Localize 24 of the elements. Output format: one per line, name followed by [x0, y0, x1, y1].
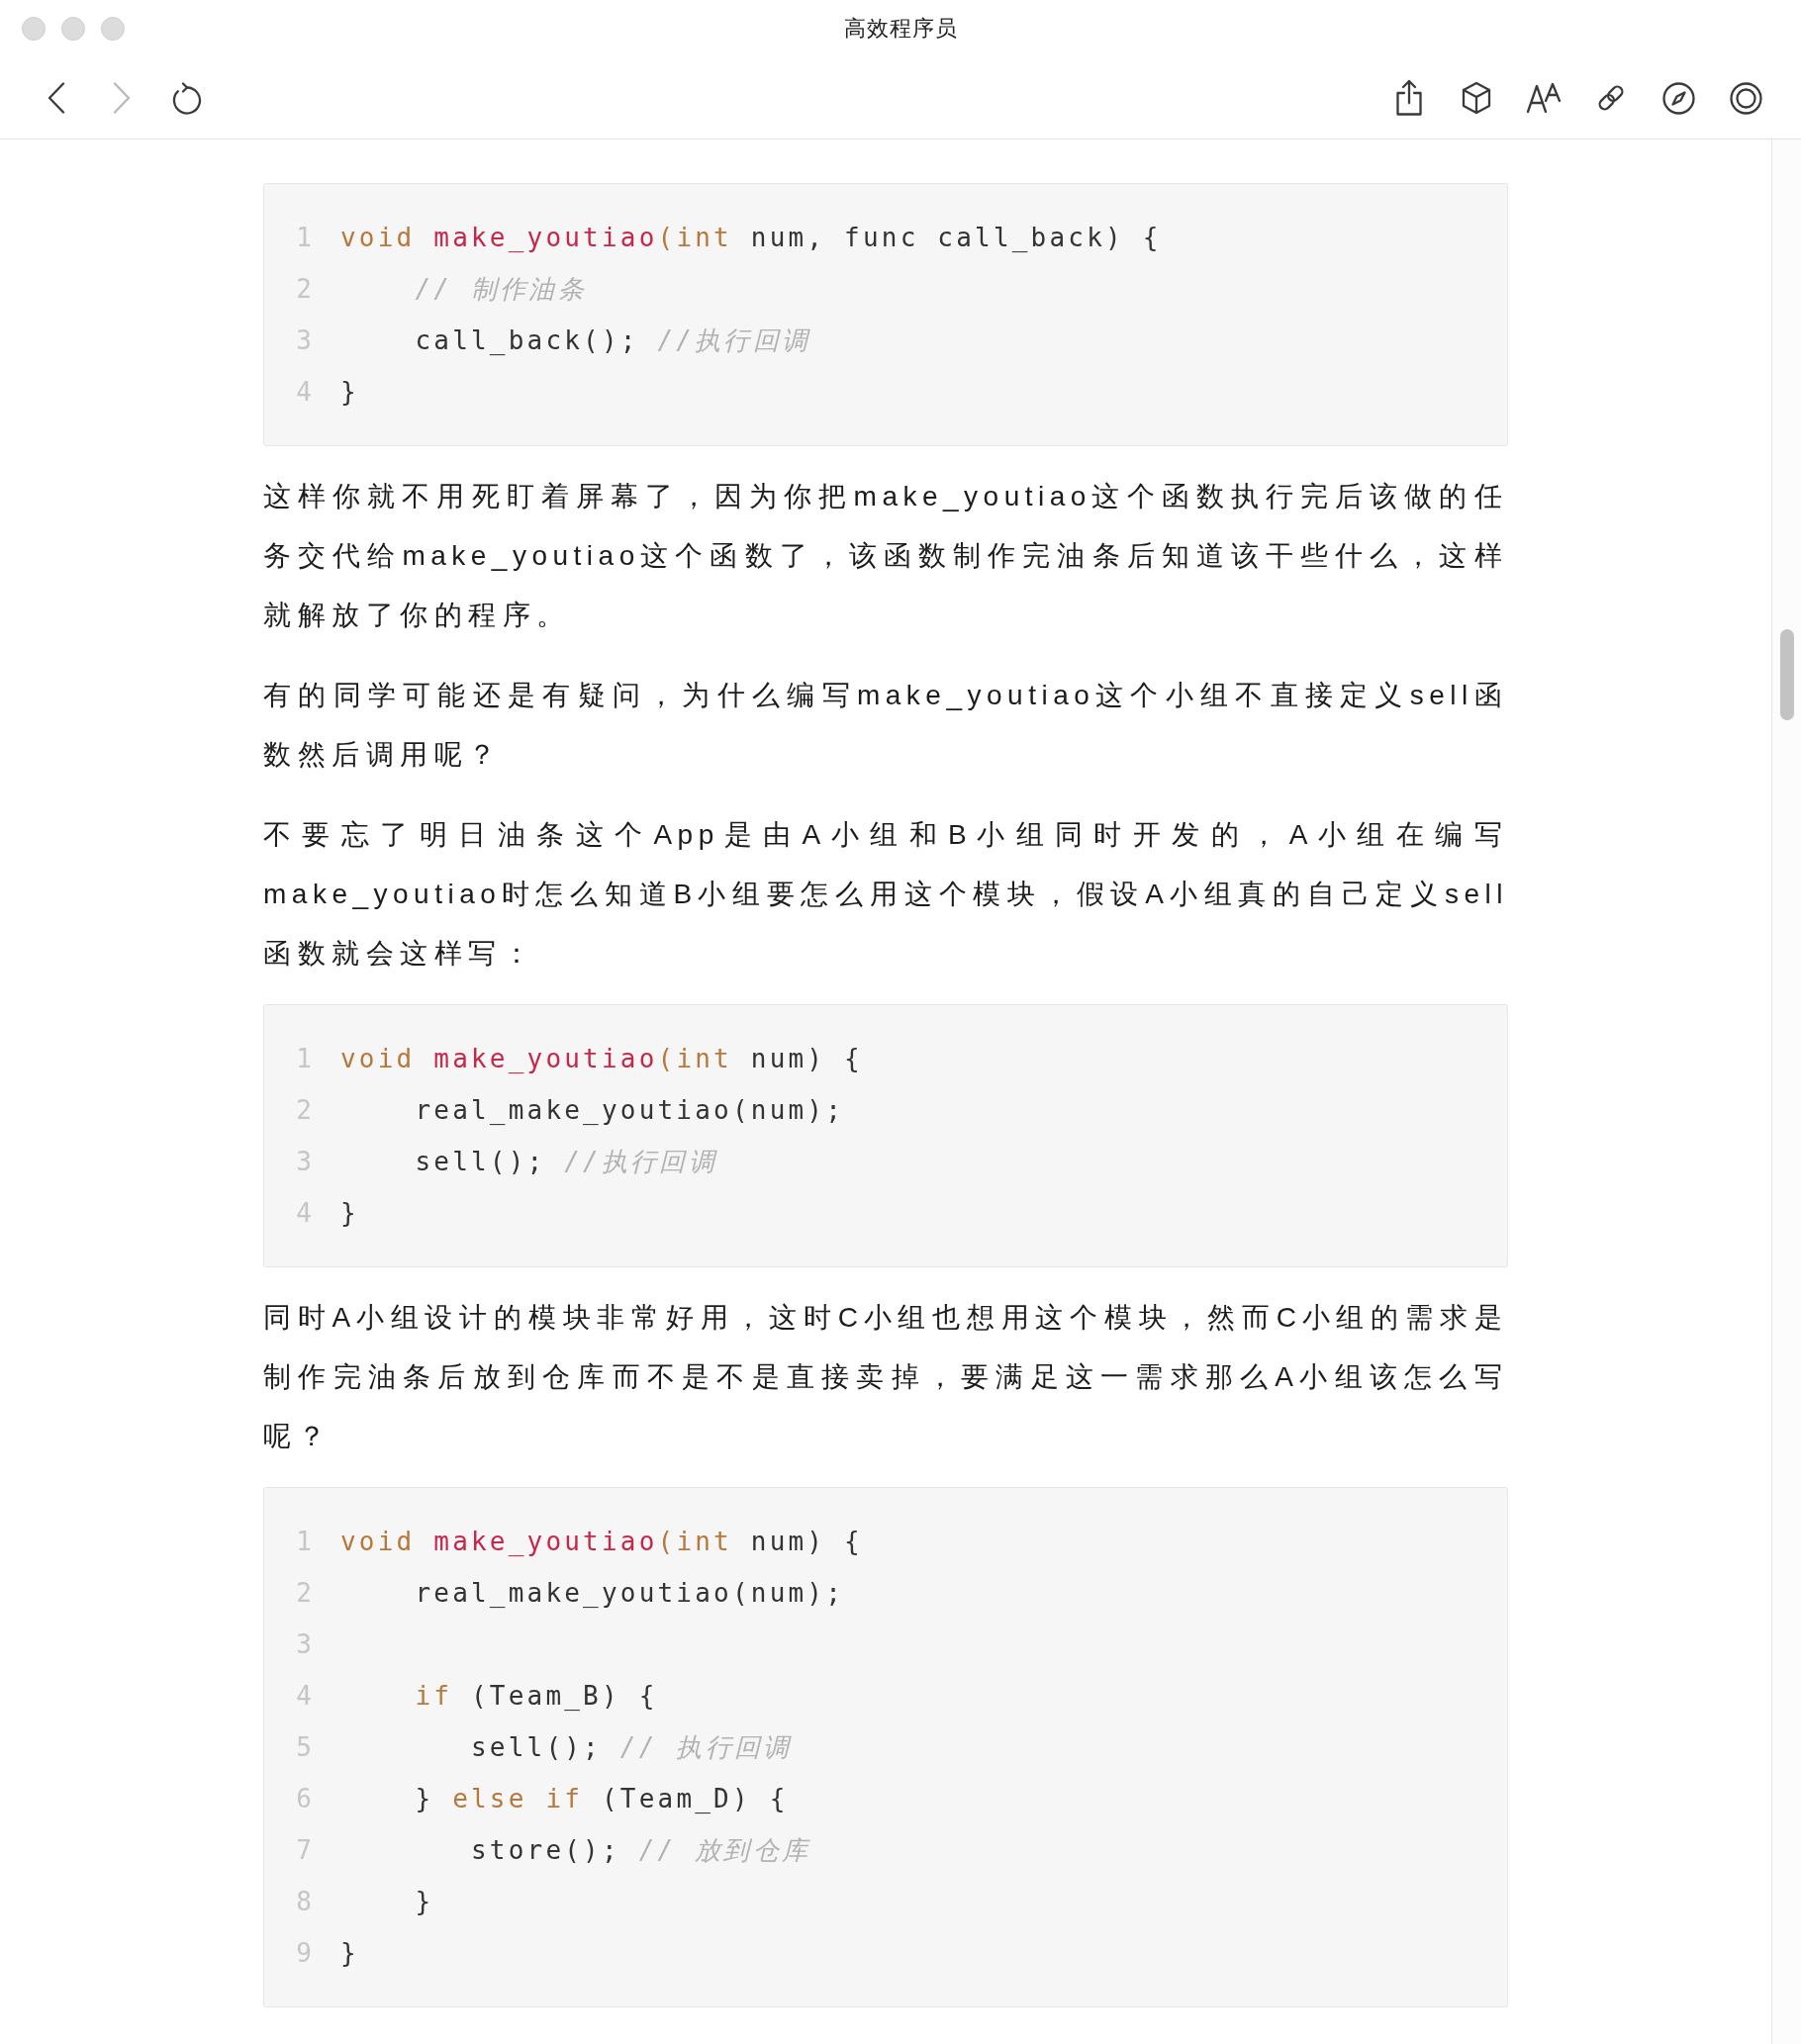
font-size-icon [1526, 82, 1562, 114]
share-icon [1395, 79, 1423, 117]
code-line: } [415, 1886, 434, 1918]
code-line: } [340, 376, 359, 409]
code-line: sell(); // 执行回调 [471, 1731, 793, 1764]
code-line: real_make_youtiao(num); [415, 1094, 845, 1127]
code-line: } [340, 1197, 359, 1230]
concentric-circles-icon [1729, 81, 1762, 115]
code-line: if (Team_B) { [415, 1680, 658, 1713]
code-line: real_make_youtiao(num); [415, 1577, 845, 1610]
code-line: // 制作油条 [415, 273, 587, 306]
code-line: call_back(); //执行回调 [415, 325, 811, 357]
code-line: } else if (Team_D) { [415, 1783, 789, 1815]
reload-icon [171, 81, 203, 115]
cube-icon [1461, 81, 1492, 115]
code-line: void make_youtiao(int num) { [340, 1526, 863, 1558]
code-line: void make_youtiao(int num, func call_back) { [340, 222, 1162, 254]
code-line: sell(); //执行回调 [415, 1146, 717, 1178]
window-title: 高效程序员 [843, 15, 958, 43]
code-line: } [340, 1937, 359, 1970]
code-line: store(); // 放到仓库 [471, 1834, 811, 1867]
code-line: void make_youtiao(int num) { [340, 1043, 863, 1075]
compass-icon [1661, 81, 1695, 115]
scrollbar-thumb[interactable] [1779, 629, 1794, 720]
